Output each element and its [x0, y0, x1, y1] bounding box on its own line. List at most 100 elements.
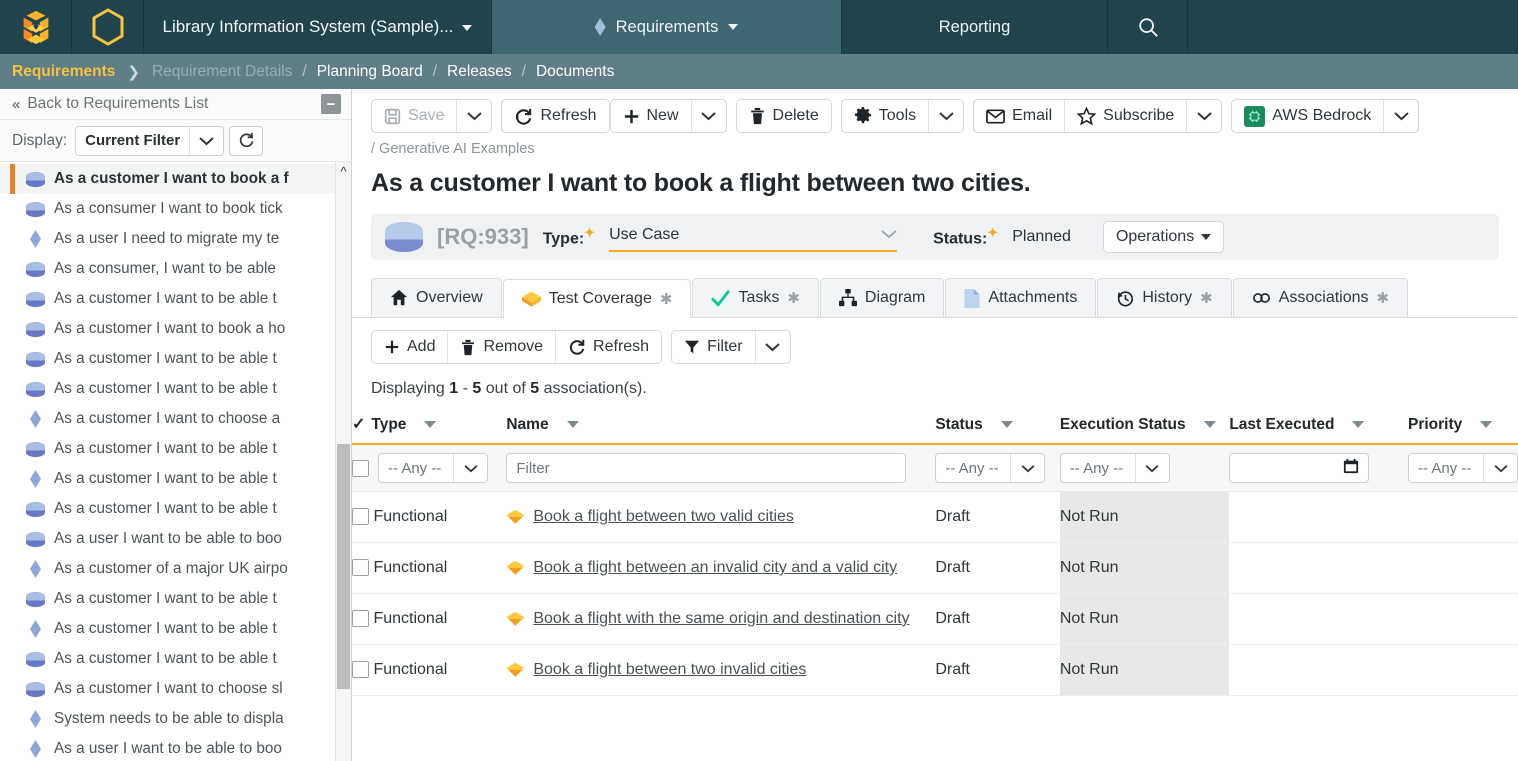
tab-tasks[interactable]: Tasks✱ — [692, 278, 818, 317]
tab-attachments[interactable]: Attachments — [945, 278, 1096, 317]
scroll-up-icon[interactable]: ^ — [336, 162, 351, 180]
requirement-list-item[interactable]: As a customer I want to be able t — [0, 464, 351, 494]
sort-controls[interactable] — [1339, 421, 1364, 428]
project-selector[interactable]: Library Information System (Sample)... — [144, 0, 492, 54]
list-scrollbar[interactable]: ^ — [335, 162, 351, 761]
new-dropdown-toggle[interactable] — [691, 100, 726, 132]
subscribe-button[interactable]: Subscribe — [1064, 100, 1186, 132]
tab-overview[interactable]: Overview — [371, 278, 502, 317]
tab-history[interactable]: History✱ — [1097, 278, 1231, 317]
new-button[interactable]: New — [611, 100, 691, 132]
refresh-button[interactable]: Refresh — [502, 100, 608, 132]
calendar-icon[interactable] — [1343, 458, 1359, 478]
requirement-list-item[interactable]: As a customer I want to be able t — [0, 614, 351, 644]
search-button[interactable] — [1108, 0, 1188, 54]
select-all-checkbox[interactable] — [352, 460, 369, 477]
test-case-link[interactable]: Book a flight with the same origin and d… — [533, 610, 909, 627]
tools-button[interactable]: Tools — [842, 100, 928, 132]
column-header-last-executed[interactable]: Last Executed — [1229, 414, 1408, 444]
execution-status-filter-select[interactable]: -- Any -- — [1060, 453, 1170, 483]
back-to-requirements-list-link[interactable]: « Back to Requirements List — [12, 95, 321, 113]
requirement-list-item[interactable]: As a customer I want to choose sl — [0, 674, 351, 704]
column-header-priority[interactable]: Priority — [1408, 414, 1518, 444]
subscribe-dropdown-toggle[interactable] — [1186, 100, 1221, 132]
test-case-link[interactable]: Book a flight between two valid cities — [533, 508, 794, 525]
table-row[interactable]: FunctionalBook a flight between two vali… — [352, 492, 1518, 543]
name-filter-input[interactable]: Filter — [506, 453, 906, 483]
filter-dropdown-toggle[interactable] — [755, 331, 790, 363]
nav-reporting[interactable]: Reporting — [842, 0, 1108, 54]
scrollbar-thumb[interactable] — [337, 444, 350, 689]
row-checkbox[interactable] — [352, 610, 369, 627]
tab-test-coverage[interactable]: Test Coverage✱ — [503, 279, 692, 318]
tab-diagram[interactable]: Diagram — [820, 278, 944, 317]
sort-controls[interactable] — [988, 421, 1013, 428]
breadcrumb-item-planning-board[interactable]: Planning Board — [309, 63, 431, 81]
requirement-list-item[interactable]: As a customer I want to be able t — [0, 434, 351, 464]
table-row[interactable]: FunctionalBook a flight with the same or… — [352, 594, 1518, 645]
sort-controls[interactable] — [1467, 421, 1492, 428]
aws-bedrock-button[interactable]: AWS Bedrock — [1232, 100, 1383, 132]
row-checkbox[interactable] — [352, 559, 369, 576]
requirement-list-item[interactable]: As a user I want to be able to boo — [0, 524, 351, 554]
coverage-refresh-button[interactable]: Refresh — [555, 331, 661, 363]
requirement-list-item[interactable]: As a consumer, I want to be able — [0, 254, 351, 284]
requirement-list-item[interactable]: As a customer I want to book a ho — [0, 314, 351, 344]
requirement-list-item[interactable]: As a customer of a major UK airpo — [0, 554, 351, 584]
operations-button[interactable]: Operations — [1103, 221, 1224, 253]
column-header-type[interactable]: ✓Type — [352, 414, 506, 444]
requirement-list-item[interactable]: As a customer I want to be able t — [0, 344, 351, 374]
breadcrumb-item-releases[interactable]: Releases — [439, 63, 520, 81]
priority-filter-select[interactable]: -- Any -- — [1408, 453, 1518, 483]
last-executed-date-input[interactable] — [1229, 453, 1369, 483]
requirement-list-item[interactable]: As a user I want to be able to boo — [0, 734, 351, 761]
type-filter-select[interactable]: -- Any -- — [378, 453, 488, 483]
requirement-list-item[interactable]: System needs to be able to displa — [0, 704, 351, 734]
breadcrumb-item-documents[interactable]: Documents — [528, 63, 622, 81]
test-case-link[interactable]: Book a flight between two invalid cities — [533, 661, 806, 678]
delete-button[interactable]: Delete — [737, 100, 831, 132]
requirement-list-item[interactable]: As a customer I want to be able t — [0, 584, 351, 614]
nav-requirements[interactable]: Requirements — [492, 0, 842, 54]
requirement-list-item[interactable]: As a customer I want to book a f — [0, 164, 351, 194]
aws-cube-logo[interactable] — [0, 0, 72, 54]
requirement-list-item[interactable]: As a customer I want to be able t — [0, 374, 351, 404]
save-button[interactable]: Save — [372, 100, 456, 132]
row-checkbox[interactable] — [352, 661, 369, 678]
sort-controls[interactable] — [411, 421, 436, 428]
remove-button[interactable]: Remove — [447, 331, 555, 363]
requirement-list-item[interactable]: As a user I need to migrate my te — [0, 224, 351, 254]
tab-associations[interactable]: Associations✱ — [1233, 278, 1408, 317]
sort-controls[interactable] — [1191, 421, 1216, 428]
column-header-execution-status[interactable]: Execution Status — [1060, 414, 1230, 444]
email-button[interactable]: Email — [974, 100, 1064, 132]
refresh-list-button[interactable] — [229, 126, 263, 156]
breadcrumb-item-requirements[interactable]: Requirements — [10, 63, 123, 81]
sort-controls[interactable] — [554, 421, 579, 428]
type-select[interactable]: Use Case — [609, 222, 897, 252]
requirement-list-item[interactable]: As a customer I want to choose a — [0, 404, 351, 434]
row-checkbox[interactable] — [352, 508, 369, 525]
save-dropdown-toggle[interactable] — [456, 100, 491, 132]
artifact-folder-breadcrumb[interactable]: / Generative AI Examples — [352, 133, 1518, 157]
bedrock-dropdown-toggle[interactable] — [1383, 100, 1418, 132]
requirement-list-item[interactable]: As a customer I want to be able t — [0, 494, 351, 524]
display-filter-select[interactable]: Current Filter — [75, 126, 224, 156]
test-case-link[interactable]: Book a flight between an invalid city an… — [533, 559, 897, 576]
select-all-check-icon[interactable]: ✓ — [352, 416, 365, 433]
table-row[interactable]: FunctionalBook a flight between an inval… — [352, 543, 1518, 594]
hexagon-logo[interactable] — [72, 0, 144, 54]
status-filter-select[interactable]: -- Any -- — [935, 453, 1045, 483]
requirements-list[interactable]: As a customer I want to book a fAs a con… — [0, 162, 351, 761]
column-header-name[interactable]: Name — [506, 414, 935, 444]
tools-dropdown-toggle[interactable] — [928, 100, 963, 132]
collapse-panel-button[interactable]: − — [321, 94, 341, 114]
breadcrumb-item-requirement-details[interactable]: Requirement Details — [144, 63, 300, 81]
filter-button[interactable]: Filter — [672, 331, 755, 363]
requirement-list-item[interactable]: As a consumer I want to book tick — [0, 194, 351, 224]
table-row[interactable]: FunctionalBook a flight between two inva… — [352, 645, 1518, 696]
add-button[interactable]: Add — [372, 331, 447, 363]
requirement-list-item[interactable]: As a customer I want to be able t — [0, 284, 351, 314]
requirement-list-item[interactable]: As a customer I want to be able t — [0, 644, 351, 674]
column-header-status[interactable]: Status — [935, 414, 1059, 444]
